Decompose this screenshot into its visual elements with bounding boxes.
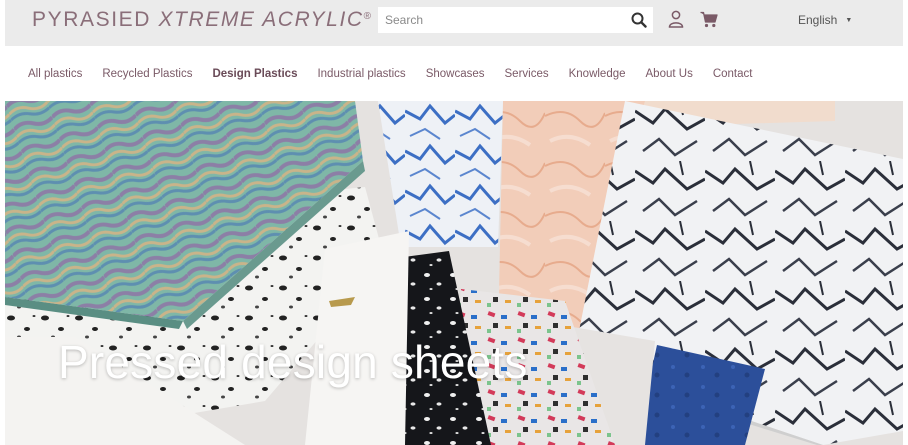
brand-name-part2: XTREME ACRYLIC — [158, 8, 364, 31]
search-icon[interactable] — [625, 7, 653, 33]
nav-item-services[interactable]: Services — [505, 68, 549, 80]
nav-item-design-plastics[interactable]: Design Plastics — [212, 68, 297, 80]
language-selected: English — [798, 13, 838, 27]
nav-item-industrial-plastics[interactable]: Industrial plastics — [317, 68, 405, 80]
nav-item-knowledge[interactable]: Knowledge — [569, 68, 626, 80]
registered-mark: ® — [363, 11, 373, 22]
cart-icon[interactable] — [698, 8, 720, 30]
hero-title: Pressed design sheets — [58, 336, 528, 388]
top-header: PYRASIED XTREME ACRYLIC® English ▼ — [0, 0, 908, 46]
brand-logo[interactable]: PYRASIED XTREME ACRYLIC® — [32, 8, 373, 32]
hero-image — [5, 101, 903, 445]
language-selector[interactable]: English ▼ — [798, 13, 852, 27]
caret-down-icon: ▼ — [845, 16, 853, 24]
nav-item-all-plastics[interactable]: All plastics — [28, 68, 82, 80]
user-icon[interactable] — [665, 8, 687, 30]
nav-item-about-us[interactable]: About Us — [646, 68, 693, 80]
nav-menu: All plastics Recycled Plastics Design Pl… — [28, 68, 772, 80]
nav-item-showcases[interactable]: Showcases — [426, 68, 485, 80]
nav-item-contact[interactable]: Contact — [713, 68, 753, 80]
search-input[interactable] — [378, 7, 625, 33]
nav-item-recycled-plastics[interactable]: Recycled Plastics — [102, 68, 192, 80]
brand-name-part1: PYRASIED — [32, 8, 151, 31]
main-navigation: All plastics Recycled Plastics Design Pl… — [5, 46, 903, 101]
search-bar — [378, 7, 653, 33]
hero-banner: Pressed design sheets — [5, 101, 903, 445]
